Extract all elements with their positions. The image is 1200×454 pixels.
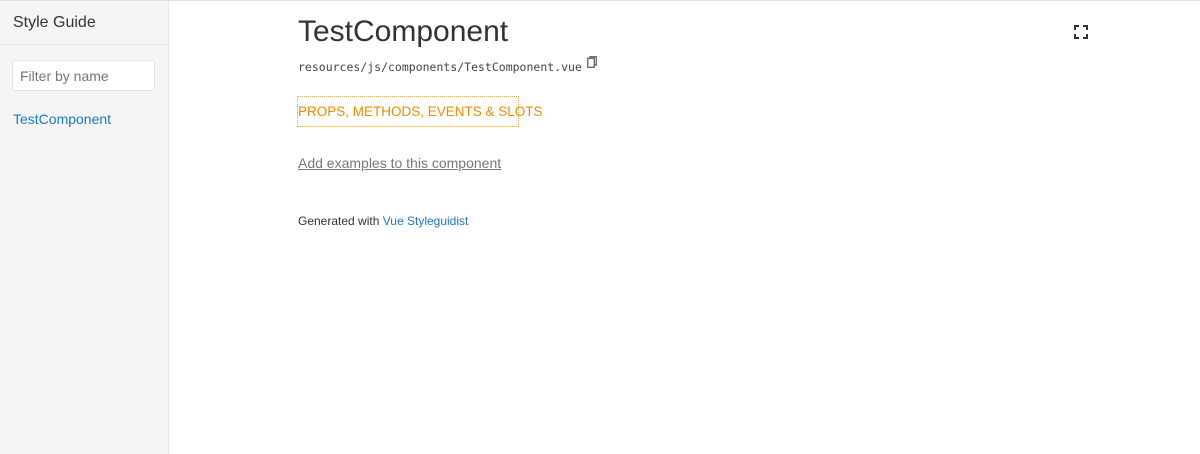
- styleguidist-link[interactable]: Vue Styleguidist: [383, 214, 469, 228]
- sidebar: Style Guide TestComponent: [0, 1, 169, 454]
- sidebar-title[interactable]: Style Guide: [13, 14, 96, 31]
- add-examples-link[interactable]: Add examples to this component: [298, 155, 501, 171]
- tab-props-methods-events-slots[interactable]: PROPS, METHODS, EVENTS & SLOTS: [297, 96, 543, 127]
- file-path: resources/js/components/TestComponent.vu…: [298, 60, 582, 74]
- footer-text: Generated with: [298, 214, 380, 228]
- component-title[interactable]: TestComponent: [298, 15, 508, 49]
- footer: Generated with Vue Styleguidist: [298, 214, 468, 228]
- sidebar-item-testcomponent[interactable]: TestComponent: [13, 111, 111, 127]
- fullscreen-icon[interactable]: [1073, 24, 1089, 40]
- file-path-row: resources/js/components/TestComponent.vu…: [298, 56, 597, 74]
- filter-input[interactable]: [12, 60, 155, 91]
- copy-icon[interactable]: [587, 55, 597, 73]
- app-window: Style Guide TestComponent TestComponent …: [0, 0, 1200, 454]
- sidebar-header: Style Guide: [0, 1, 168, 45]
